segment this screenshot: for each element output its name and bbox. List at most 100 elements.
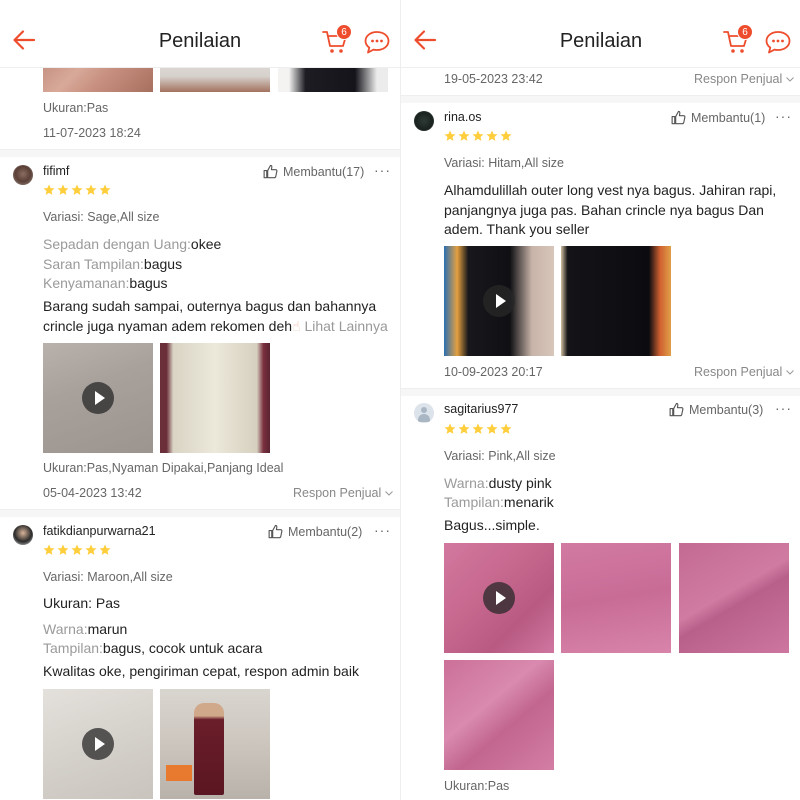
- prev-review-size: Ukuran:Pas: [43, 101, 109, 115]
- play-icon[interactable]: [483, 285, 515, 317]
- review-body: Bagus...simple.: [444, 517, 540, 533]
- review-variant: Variasi: Maroon,All size: [43, 570, 173, 584]
- divider: [0, 149, 400, 157]
- seller-response-toggle[interactable]: Respon Penjual: [694, 72, 795, 86]
- top-bar: Penilaian 6: [401, 0, 800, 68]
- star-icon: [444, 423, 456, 434]
- star-icon: [486, 423, 498, 434]
- review-image[interactable]: [444, 660, 554, 770]
- star-icon: [57, 544, 69, 555]
- star-rating: [43, 544, 111, 556]
- star-icon: [43, 184, 55, 195]
- star-icon: [500, 130, 512, 141]
- attribute-label: Tampilan:: [444, 494, 504, 510]
- star-icon: [458, 423, 470, 434]
- star-rating: [43, 184, 111, 196]
- star-icon: [458, 130, 470, 141]
- play-icon[interactable]: [82, 728, 114, 760]
- review-image[interactable]: [160, 343, 270, 453]
- attribute-label: Kenyamanan:: [43, 275, 130, 291]
- play-icon[interactable]: [483, 582, 515, 614]
- prev-review-date: 11-07-2023 18:24: [43, 126, 141, 140]
- reviewer-username[interactable]: sagitarius977: [444, 402, 518, 416]
- attribute-value: bagus, cocok untuk acara: [102, 640, 263, 656]
- seller-response-toggle[interactable]: Respon Penjual: [293, 486, 394, 500]
- review-image[interactable]: [160, 689, 270, 799]
- star-icon: [57, 184, 69, 195]
- review-image[interactable]: [679, 543, 789, 653]
- play-icon[interactable]: [82, 382, 114, 414]
- review-video-thumbnail[interactable]: [43, 689, 153, 799]
- right-screen: 19-05-2023 23:42 Respon Penjual rina.os …: [400, 0, 800, 800]
- chat-icon[interactable]: [765, 30, 791, 54]
- helpful-button[interactable]: Membantu(1): [671, 110, 765, 125]
- review-image[interactable]: [561, 543, 671, 653]
- chevron-down-icon: [786, 76, 795, 82]
- review-size: Ukuran:Pas: [444, 779, 510, 793]
- more-icon[interactable]: ···: [775, 108, 792, 124]
- helpful-button[interactable]: Membantu(2): [268, 524, 362, 539]
- review-date: 10-09-2023 20:17: [444, 365, 543, 379]
- review-size-line: Ukuran: Pas: [43, 595, 121, 611]
- review-variant: Variasi: Hitam,All size: [444, 156, 564, 170]
- more-icon[interactable]: ···: [374, 522, 391, 538]
- thumbs-up-icon: [671, 110, 686, 125]
- attribute-label: Warna:: [43, 621, 88, 637]
- star-icon: [99, 184, 111, 195]
- star-icon: [71, 544, 83, 555]
- prev-review-date: 19-05-2023 23:42: [444, 72, 543, 86]
- star-icon: [472, 423, 484, 434]
- attribute-label: Sepadan dengan Uang:: [43, 236, 191, 252]
- seller-response-label: Respon Penjual: [694, 72, 783, 86]
- avatar[interactable]: [414, 111, 434, 131]
- review-image[interactable]: [561, 246, 671, 356]
- divider: [401, 95, 800, 103]
- helpful-button[interactable]: Membantu(3): [669, 402, 763, 417]
- review-date: 05-04-2023 13:42: [43, 486, 142, 500]
- more-icon[interactable]: ···: [374, 162, 391, 178]
- review-attribute-appearance: Saran Tampilan:bagus: [43, 255, 182, 275]
- more-icon[interactable]: ···: [775, 400, 792, 416]
- review-video-thumbnail[interactable]: [444, 246, 554, 356]
- seller-response-label: Respon Penjual: [694, 365, 783, 379]
- divider: [401, 388, 800, 396]
- review-body-line: Alhamdulillah outer long vest nya bagus.…: [444, 182, 777, 198]
- star-icon: [472, 130, 484, 141]
- star-icon: [85, 544, 97, 555]
- attribute-label: Warna:: [444, 475, 489, 491]
- helpful-count: Membantu(1): [691, 110, 766, 125]
- chat-icon[interactable]: [364, 30, 390, 54]
- star-icon: [500, 423, 512, 434]
- left-screen: Ukuran:Pas 11-07-2023 18:24 fifimf Memba…: [0, 0, 400, 800]
- review-video-thumbnail[interactable]: [43, 343, 153, 453]
- avatar[interactable]: [414, 403, 434, 423]
- seller-response-toggle[interactable]: Respon Penjual: [694, 365, 795, 379]
- attribute-value: okee: [190, 236, 222, 252]
- review-body-line: crincle juga nyaman adem rekomen deh☝ Li…: [43, 318, 388, 334]
- attribute-value: menarik: [503, 494, 554, 510]
- review-tags: Ukuran:Pas,Nyaman Dipakai,Panjang Ideal: [43, 461, 284, 475]
- thumbs-up-icon: [263, 164, 278, 179]
- star-icon: [444, 130, 456, 141]
- reviewer-username[interactable]: fatikdianpurwarna21: [43, 524, 156, 538]
- review-body-line: panjangnya juga pas. Bahan crincle nya b…: [444, 202, 764, 218]
- thumbs-up-icon: [669, 402, 684, 417]
- avatar[interactable]: [13, 165, 33, 185]
- star-icon: [43, 544, 55, 555]
- review-attribute-value-for-money: Sepadan dengan Uang:okee: [43, 235, 221, 255]
- chevron-down-icon: [786, 369, 795, 375]
- attribute-label: Tampilan:: [43, 640, 103, 656]
- see-more-link[interactable]: Lihat Lainnya: [304, 318, 387, 334]
- reviewer-username[interactable]: fifimf: [43, 164, 69, 178]
- avatar[interactable]: [13, 525, 33, 545]
- cart-count-badge: 6: [737, 24, 753, 40]
- review-variant: Variasi: Sage,All size: [43, 210, 160, 224]
- review-attribute-comfort: Kenyamanan:bagus: [43, 274, 168, 294]
- review-body-text: crincle juga nyaman adem rekomen deh: [43, 318, 293, 334]
- review-attribute-color: Warna:dusty pink: [444, 474, 552, 494]
- helpful-button[interactable]: Membantu(17): [263, 164, 364, 179]
- cart-count-badge: 6: [336, 24, 352, 40]
- review-body: Kwalitas oke, pengiriman cepat, respon a…: [43, 663, 359, 679]
- review-video-thumbnail[interactable]: [444, 543, 554, 653]
- reviewer-username[interactable]: rina.os: [444, 110, 482, 124]
